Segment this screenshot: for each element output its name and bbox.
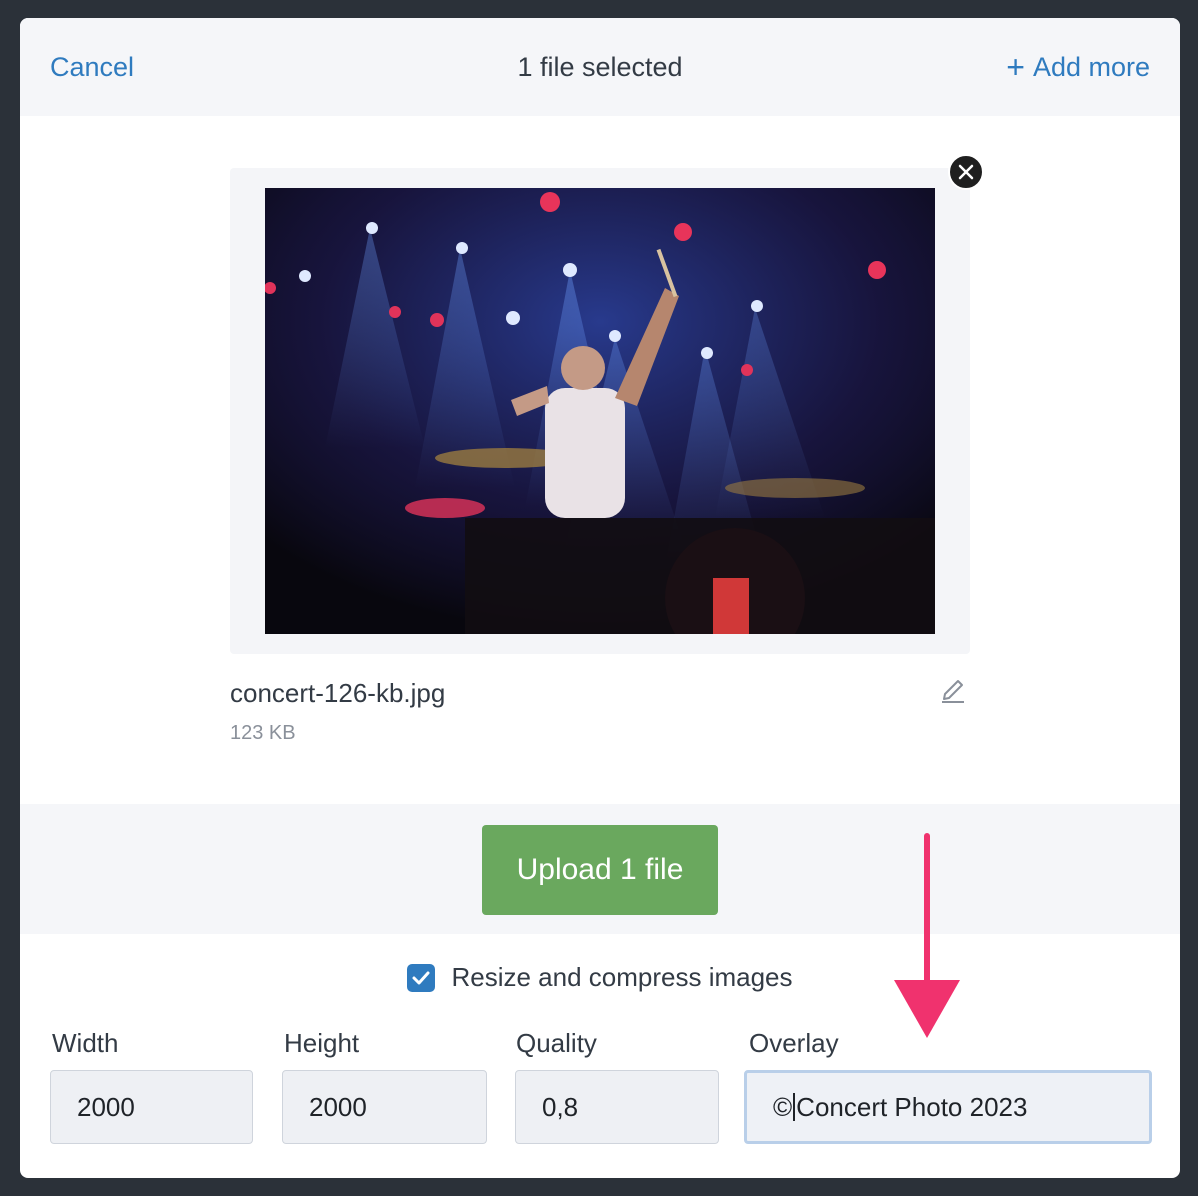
add-more-button[interactable]: + Add more: [1006, 49, 1150, 85]
file-size: 123 KB: [230, 722, 296, 744]
width-input[interactable]: 2000: [50, 1070, 253, 1144]
width-value: 2000: [77, 1091, 135, 1122]
resize-label: Resize and compress images: [451, 962, 793, 992]
arrow-down-icon: [894, 833, 960, 1038]
quality-label: Quality: [516, 1028, 597, 1058]
pencil-icon[interactable]: [938, 674, 968, 704]
remove-file-button[interactable]: [948, 154, 984, 190]
overlay-input[interactable]: © Concert Photo 2023: [744, 1070, 1152, 1144]
checkmark-icon: [412, 971, 430, 984]
overlay-value-prefix: ©: [773, 1091, 793, 1122]
resize-checkbox[interactable]: [407, 963, 436, 992]
quality-input[interactable]: 0,8: [515, 1070, 719, 1144]
upload-dialog: Cancel 1 file selected + Add more concer…: [20, 18, 1180, 1178]
height-value: 2000: [309, 1091, 367, 1122]
file-thumbnail: [265, 188, 935, 634]
add-more-label: Add more: [1032, 52, 1150, 82]
file-preview: [230, 168, 970, 654]
resize-option: Resize and compress images: [20, 962, 1180, 993]
height-input[interactable]: 2000: [282, 1070, 487, 1144]
concert-photo: [265, 188, 935, 634]
close-icon: [958, 164, 974, 180]
overlay-value: Concert Photo 2023: [796, 1091, 1028, 1122]
upload-button[interactable]: Upload 1 file: [482, 825, 718, 915]
dialog-header: Cancel 1 file selected + Add more: [20, 18, 1180, 116]
height-label: Height: [284, 1028, 360, 1058]
width-label: Width: [52, 1028, 119, 1058]
overlay-label: Overlay: [749, 1028, 839, 1058]
file-name: concert-126-kb.jpg: [230, 678, 446, 708]
quality-value: 0,8: [542, 1091, 579, 1122]
plus-icon: +: [1006, 49, 1025, 85]
upload-bar: Upload 1 file: [20, 804, 1180, 934]
text-cursor: [793, 1093, 796, 1121]
